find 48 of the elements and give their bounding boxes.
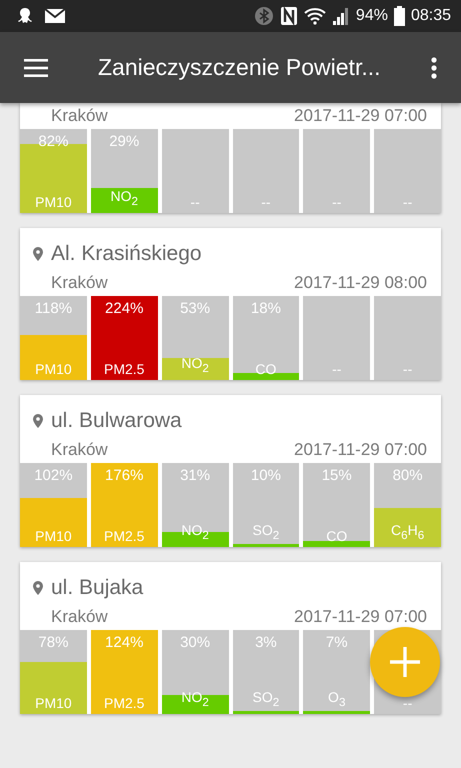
location-pin-icon <box>33 414 43 428</box>
station-name: Al. Krasińskiego <box>51 242 202 266</box>
bluetooth-icon <box>254 6 274 26</box>
pollutant-name: -- <box>402 694 412 712</box>
pollutant-name: CO <box>326 527 348 545</box>
signal-icon <box>332 7 350 25</box>
plus-icon <box>388 645 422 679</box>
pollutant-name: -- <box>402 193 412 211</box>
nfc-icon <box>280 6 298 26</box>
pollutant-name: PM2.5 <box>104 527 144 545</box>
pollutant-name: PM10 <box>35 360 72 378</box>
city-name: Kraków <box>51 607 108 627</box>
city-name: Kraków <box>51 273 108 293</box>
battery-percent: 94% <box>356 7 388 25</box>
pollutant-name: NO$_{2}$ <box>110 187 138 210</box>
menu-icon[interactable] <box>24 58 48 76</box>
pollutant-name: CO <box>255 360 276 378</box>
percent-value: 124% <box>105 634 144 652</box>
location-pin-icon <box>33 581 43 595</box>
mail-icon <box>44 8 66 24</box>
pollutant-name: PM10 <box>35 527 72 545</box>
pollutant-name: PM2.5 <box>104 360 144 378</box>
pollutant-name: -- <box>402 360 412 378</box>
percent-value: 224% <box>105 300 144 318</box>
pollutant-name: -- <box>332 360 342 378</box>
measurement-time: 2017-11-29 07:00 <box>294 106 427 126</box>
wifi-icon <box>304 7 326 25</box>
city-name: Kraków <box>51 106 108 126</box>
pollutant-name: PM10 <box>35 193 72 211</box>
pollutant-name: C$_{6}$H$_{6}$ <box>390 521 424 544</box>
pollutant-name: NO$_{2}$ <box>181 354 209 377</box>
measurement-time: 2017-11-29 08:00 <box>294 273 427 293</box>
app-title: Zanieczyszczenie Powietr... <box>98 54 382 81</box>
pollutant-name: PM10 <box>35 694 72 712</box>
pollutant-name: -- <box>261 193 271 211</box>
pollutant-name: PM2.5 <box>104 694 144 712</box>
location-pin-icon <box>33 247 43 261</box>
station-name: ul. Bujaka <box>51 576 144 600</box>
measurement-time: 2017-11-29 07:00 <box>294 607 427 627</box>
clock: 08:35 <box>410 7 451 25</box>
percent-value: 176% <box>105 467 144 485</box>
pollutant-name: -- <box>332 193 342 211</box>
more-options-icon[interactable] <box>431 56 437 78</box>
battery-icon <box>394 6 405 26</box>
pollutant-name: -- <box>190 193 200 211</box>
city-name: Kraków <box>51 440 108 460</box>
measurement-time: 2017-11-29 07:00 <box>294 440 427 460</box>
station-name: ul. Bulwarowa <box>51 409 182 433</box>
